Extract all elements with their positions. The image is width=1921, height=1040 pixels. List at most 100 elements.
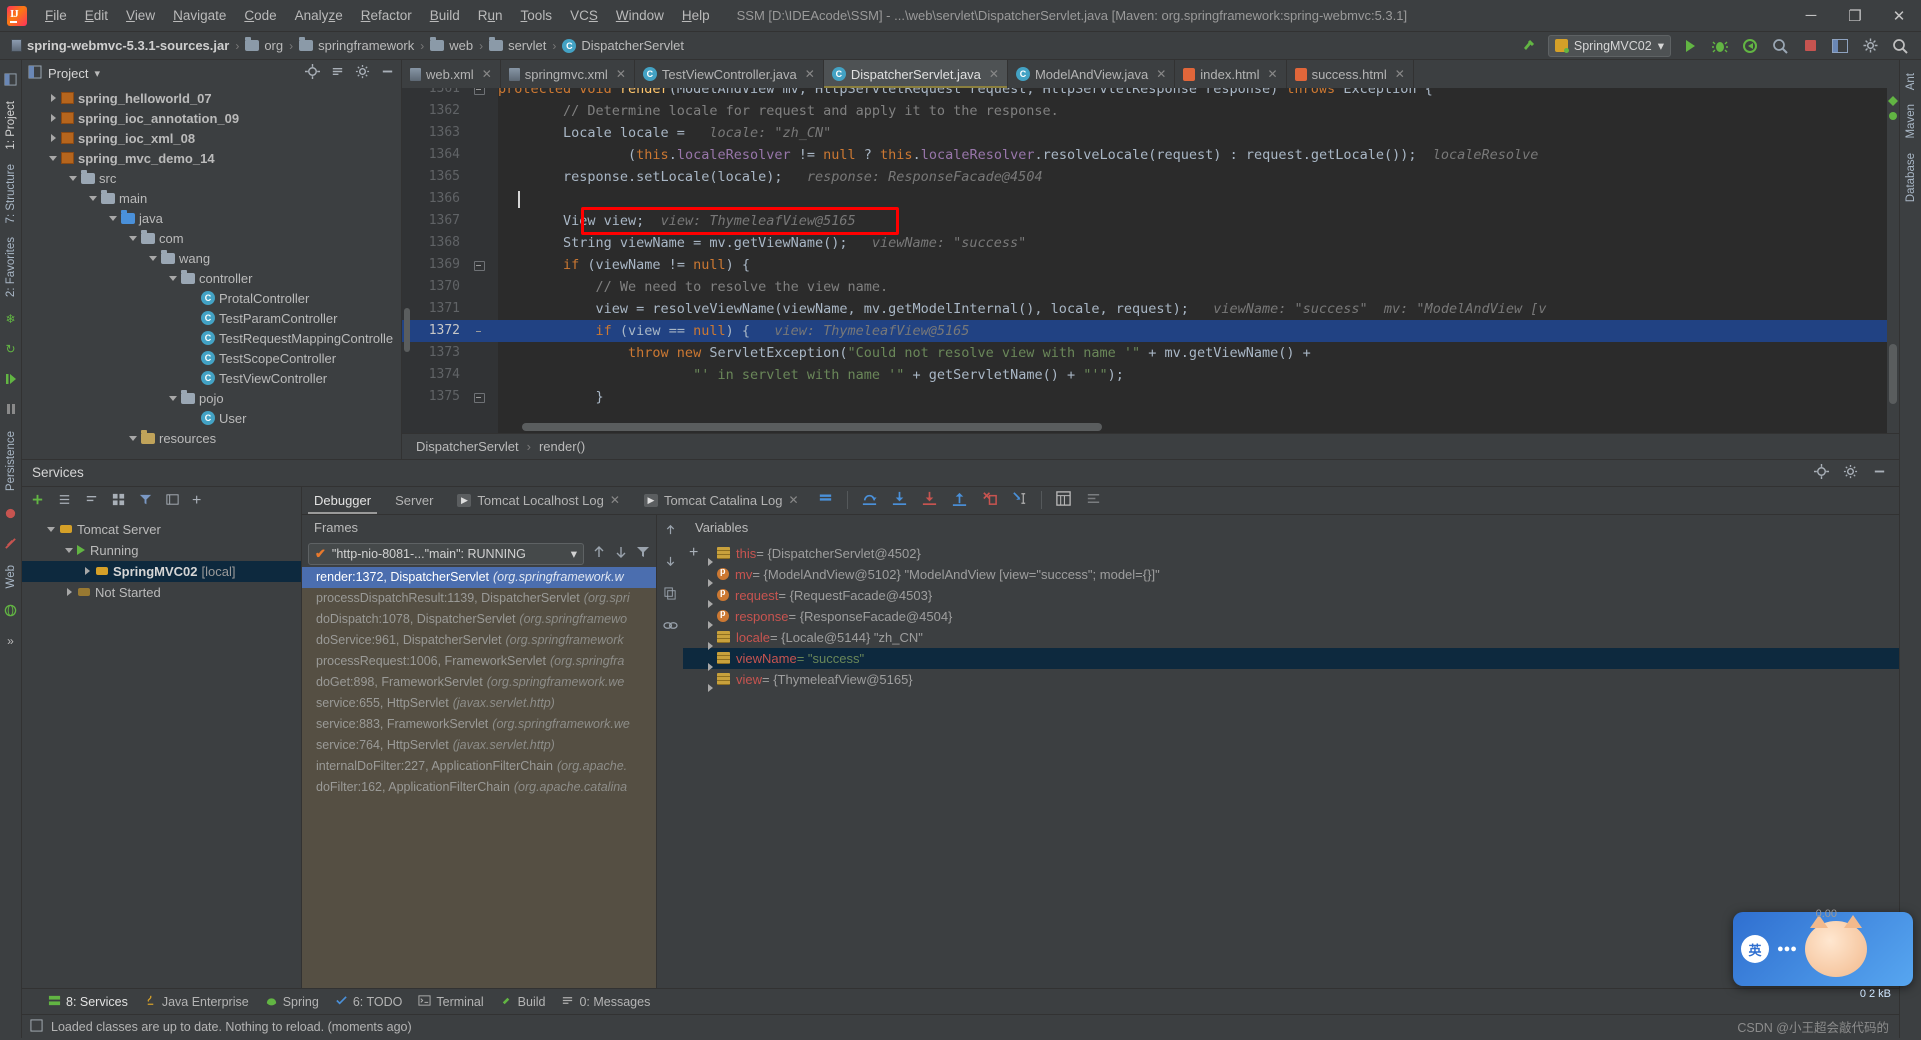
breadcrumb-jar[interactable]: spring-webmvc-5.3.1-sources.jar — [6, 37, 234, 54]
event-log-icon[interactable] — [30, 1018, 43, 1035]
stack-frame-item[interactable]: service:883, FrameworkServlet (org.spring… — [302, 714, 656, 735]
debugger-tab-tomcat-localhost-log[interactable]: ▶ Tomcat Localhost Log ✕ — [445, 486, 632, 514]
menu-vcs[interactable]: VCS — [561, 4, 607, 27]
sidebar-item-maven[interactable]: Maven — [1905, 97, 1917, 146]
debug-button[interactable] — [1709, 35, 1731, 57]
spring-leaf-icon[interactable]: ❄ — [3, 311, 19, 327]
breadcrumb-web[interactable]: web — [425, 37, 478, 54]
resume-program-icon[interactable] — [3, 371, 19, 387]
close-icon[interactable]: ✕ — [788, 493, 798, 507]
make-project-icon[interactable] — [1518, 35, 1540, 57]
bottom-tab-6-todo[interactable]: 6: TODO — [335, 994, 402, 1010]
tree-toggle-down-icon[interactable] — [128, 233, 139, 244]
bottom-tab-8-services[interactable]: 8: Services — [48, 994, 128, 1010]
force-step-into-icon[interactable] — [921, 490, 938, 510]
close-icon[interactable]: ✕ — [616, 67, 626, 81]
stack-frame-item[interactable]: service:764, HttpServlet (javax.servlet.h… — [302, 735, 656, 756]
tree-toggle-down-icon[interactable] — [48, 153, 59, 164]
layout-button[interactable] — [1829, 35, 1851, 57]
tree-toggle-right-icon[interactable] — [82, 566, 93, 577]
code-line[interactable]: throw new ServletException("Could not re… — [498, 342, 1311, 364]
frame-down-icon[interactable] — [614, 545, 628, 562]
tree-toggle-down-icon[interactable] — [64, 545, 75, 556]
code-line[interactable]: if (view == null) { view: ThymeleafView@… — [498, 320, 970, 342]
project-tree-item[interactable]: spring_ioc_xml_08 — [22, 128, 401, 148]
mute-breakpoints-icon[interactable] — [817, 490, 834, 510]
expand-all-icon[interactable] — [57, 492, 72, 510]
code-line[interactable]: // Determine locale for request and appl… — [498, 100, 1059, 122]
project-tree-item[interactable]: spring_helloworld_07 — [22, 88, 401, 108]
project-tree-item[interactable]: java — [22, 208, 401, 228]
services-tree-item[interactable]: SpringMVC02 [local] — [22, 560, 301, 582]
code-line[interactable]: } — [498, 386, 604, 408]
refresh-icon[interactable]: ↻ — [3, 341, 19, 357]
breadcrumb-springframework[interactable]: springframework — [294, 37, 419, 54]
editor-gutter[interactable]: 1361 1362 1363 1364 1365 1366 1367 1368 1369 1370… — [402, 88, 498, 433]
project-tree-item[interactable]: C TestParamController — [22, 308, 401, 328]
variable-row[interactable]: view = {ThymeleafView@5165} — [683, 669, 1899, 693]
settings-gear-icon[interactable] — [1843, 464, 1858, 482]
debugger-tab-debugger[interactable]: Debugger — [302, 486, 383, 515]
locate-icon[interactable] — [1814, 463, 1829, 482]
project-tree-item[interactable]: resources — [22, 428, 401, 448]
add-service-icon[interactable] — [30, 492, 45, 510]
tree-toggle-down-icon[interactable] — [68, 173, 79, 184]
stack-frame-item[interactable]: internalDoFilter:227, ApplicationFilterC… — [302, 756, 656, 777]
hide-panel-icon[interactable] — [1872, 464, 1887, 482]
editor-horizontal-scrollbar[interactable] — [522, 422, 1102, 431]
profile-button[interactable] — [1769, 35, 1791, 57]
close-icon[interactable]: ✕ — [1395, 67, 1405, 81]
services-tree-item[interactable]: Not Started — [22, 582, 301, 603]
project-tree-item[interactable]: C TestViewController — [22, 368, 401, 388]
run-configuration-selector[interactable]: SpringMVC02 ▾ — [1547, 34, 1671, 57]
close-icon[interactable]: ✕ — [1156, 67, 1166, 81]
close-button[interactable]: ✕ — [1877, 0, 1921, 31]
stack-frame-item[interactable]: doService:961, DispatcherServlet (org.spr… — [302, 630, 656, 651]
tree-toggle-right-icon[interactable] — [48, 133, 59, 144]
project-tree-item[interactable]: main — [22, 188, 401, 208]
settings-gear-icon[interactable] — [1859, 35, 1881, 57]
plus-icon[interactable]: + — [192, 492, 201, 509]
sidebar-item-ant[interactable]: Ant — [1905, 66, 1917, 97]
stop-button[interactable] — [1799, 35, 1821, 57]
menu-file[interactable]: File — [36, 4, 76, 27]
breadcrumb-dispatcherservlet[interactable]: C DispatcherServlet — [557, 37, 689, 54]
code-line[interactable]: // We need to resolve the view name. — [498, 276, 889, 298]
collapse-all-icon[interactable] — [330, 64, 345, 82]
variable-row[interactable]: mv = {ModelAndView@5102} "ModelAndView [… — [683, 564, 1899, 588]
editor-breadcrumb[interactable]: DispatcherServlet › render() — [402, 432, 1899, 459]
filter-icon[interactable] — [636, 545, 650, 562]
sidebar-item-database[interactable]: Database — [1905, 146, 1917, 209]
variable-row[interactable]: request = {RequestFacade@4503} — [683, 585, 1899, 609]
project-tree-item[interactable]: wang — [22, 248, 401, 268]
project-tree-item[interactable]: C TestScopeController — [22, 348, 401, 368]
chevron-down-icon[interactable]: ▾ — [94, 67, 100, 80]
code-fold-icon[interactable] — [474, 391, 485, 403]
code-line[interactable]: "' in servlet with name '" + getServletN… — [498, 364, 1124, 386]
tree-toggle-right-icon[interactable] — [48, 113, 59, 124]
code-line[interactable]: (this.localeResolver != null ? this.loca… — [498, 144, 1538, 166]
bottom-tab-spring[interactable]: Spring — [265, 994, 319, 1010]
editor-tab-testviewcontroller-java[interactable]: C TestViewController.java ✕ — [635, 60, 824, 88]
sidebar-item-project[interactable]: 1: Project — [5, 94, 17, 157]
ime-mode-badge[interactable]: 英 — [1741, 935, 1769, 963]
run-with-coverage-button[interactable] — [1739, 35, 1761, 57]
code-line[interactable]: view = resolveViewName(viewName, mv.getM… — [498, 298, 1547, 320]
project-tree-item[interactable]: spring_ioc_annotation_09 — [22, 108, 401, 128]
services-tree-item[interactable]: Tomcat Server — [22, 519, 301, 540]
editor-tab-springmvc-xml[interactable]: springmvc.xml ✕ — [501, 60, 635, 88]
code-fold-icon[interactable] — [474, 88, 485, 95]
settings-gear-icon[interactable] — [355, 64, 370, 82]
project-tree[interactable]: spring_helloworld_07 spring_ioc_annotatio… — [22, 86, 401, 459]
services-tree-item[interactable]: Running — [22, 540, 301, 561]
code-line[interactable]: if (viewName != null) { — [498, 254, 750, 276]
close-icon[interactable]: ✕ — [482, 67, 492, 81]
stack-frame-item[interactable]: doFilter:162, ApplicationFilterChain (org… — [302, 777, 656, 798]
sidebar-item-favorites[interactable]: 2: Favorites — [5, 230, 17, 304]
variable-row[interactable]: viewName = "success" — [683, 647, 1899, 672]
close-icon[interactable]: ✕ — [805, 67, 815, 81]
menu-navigate[interactable]: Navigate — [164, 4, 235, 27]
link-chain-icon[interactable] — [662, 619, 678, 635]
down-icon[interactable] — [664, 555, 677, 571]
code-line[interactable]: protected void render(ModelAndView mv, H… — [498, 88, 1433, 100]
